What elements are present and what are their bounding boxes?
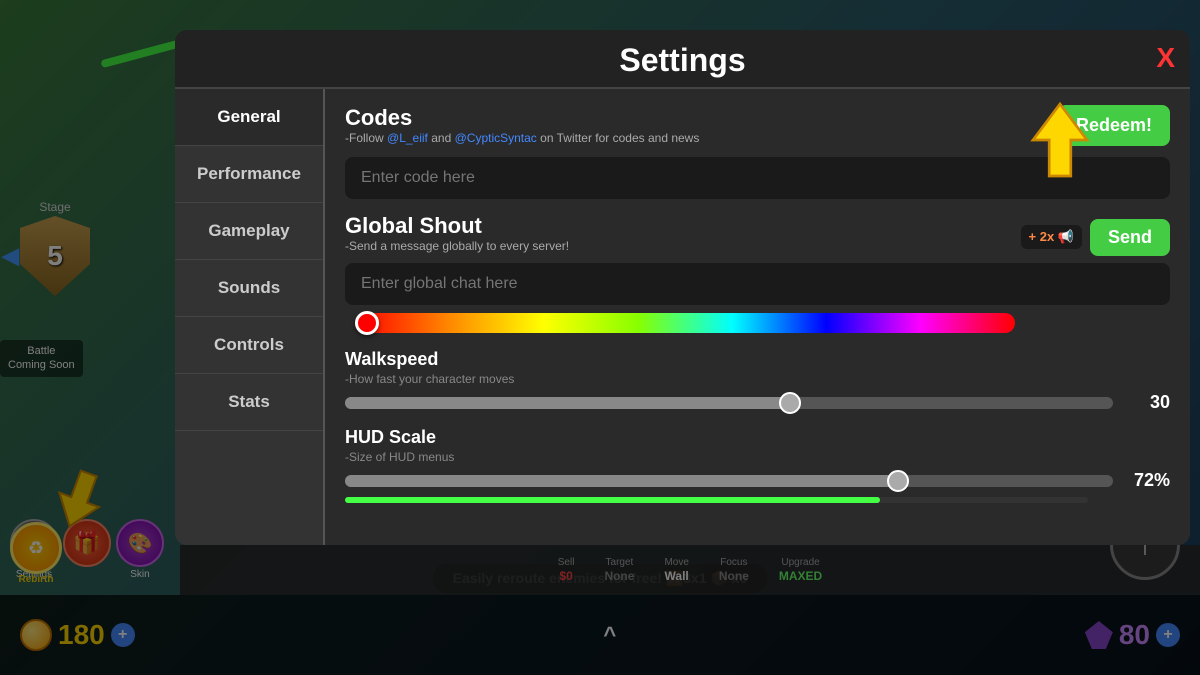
global-chat-input[interactable] [345, 263, 1170, 305]
codes-subtitle-post: on Twitter for codes and news [537, 131, 700, 145]
nav-item-stats[interactable]: Stats [175, 374, 323, 431]
global-shout-subtitle: -Send a message globally to every server… [345, 239, 569, 253]
codes-subtitle-mid: and [428, 131, 455, 145]
codes-subtitle-pre: -Follow [345, 131, 387, 145]
nav-item-general[interactable]: General [175, 89, 323, 146]
codes-title-group: Codes -Follow @L_eiif and @CypticSyntac … [345, 105, 699, 153]
walkspeed-slider-knob[interactable] [779, 392, 801, 414]
hud-scale-slider-track[interactable] [345, 475, 1113, 487]
codes-mention1: @L_eiif [387, 131, 428, 145]
walkspeed-slider-row: 30 [345, 392, 1170, 413]
codes-mention2: @CypticSyntac [455, 131, 537, 145]
hud-progress-bar-fill [345, 497, 880, 503]
global-shout-title-group: Global Shout -Send a message globally to… [345, 213, 569, 261]
hud-scale-slider-fill [345, 475, 898, 487]
nav-item-controls[interactable]: Controls [175, 317, 323, 374]
walkspeed-slider-track[interactable] [345, 397, 1113, 409]
nav-item-sounds[interactable]: Sounds [175, 260, 323, 317]
color-slider-container [345, 313, 1170, 333]
modal-nav: General Performance Gameplay Sounds Cont… [175, 89, 325, 545]
hud-scale-value: 72% [1125, 470, 1170, 491]
hud-scale-slider-row: 72% [345, 470, 1170, 491]
color-slider-handle[interactable] [355, 311, 379, 335]
send-button[interactable]: Send [1090, 219, 1170, 256]
hud-scale-label: HUD Scale [345, 427, 1170, 448]
walkspeed-desc: -How fast your character moves [345, 372, 1170, 386]
modal-title: Settings [175, 30, 1190, 89]
walkspeed-label: Walkspeed [345, 349, 1170, 370]
walkspeed-slider-fill [345, 397, 790, 409]
yellow-arrow-redeem [1015, 95, 1105, 185]
hud-scale-slider-knob[interactable] [887, 470, 909, 492]
color-slider[interactable] [355, 313, 1015, 333]
nav-item-performance[interactable]: Performance [175, 146, 323, 203]
codes-title: Codes [345, 105, 699, 131]
global-shout-controls: + 2x 📢 Send [1021, 219, 1170, 256]
hud-scale-setting: HUD Scale -Size of HUD menus 72% [345, 427, 1170, 503]
global-shout-header: Global Shout -Send a message globally to… [345, 213, 1170, 261]
close-button[interactable]: X [1156, 42, 1175, 74]
nav-item-gameplay[interactable]: Gameplay [175, 203, 323, 260]
codes-subtitle: -Follow @L_eiif and @CypticSyntac on Twi… [345, 131, 699, 145]
walkspeed-value: 30 [1125, 392, 1170, 413]
hud-progress-bar-track [345, 497, 1088, 503]
hud-scale-desc: -Size of HUD menus [345, 450, 1170, 464]
boost-badge: + 2x 📢 [1021, 225, 1082, 249]
global-shout-title: Global Shout [345, 213, 569, 239]
walkspeed-setting: Walkspeed -How fast your character moves… [345, 349, 1170, 413]
